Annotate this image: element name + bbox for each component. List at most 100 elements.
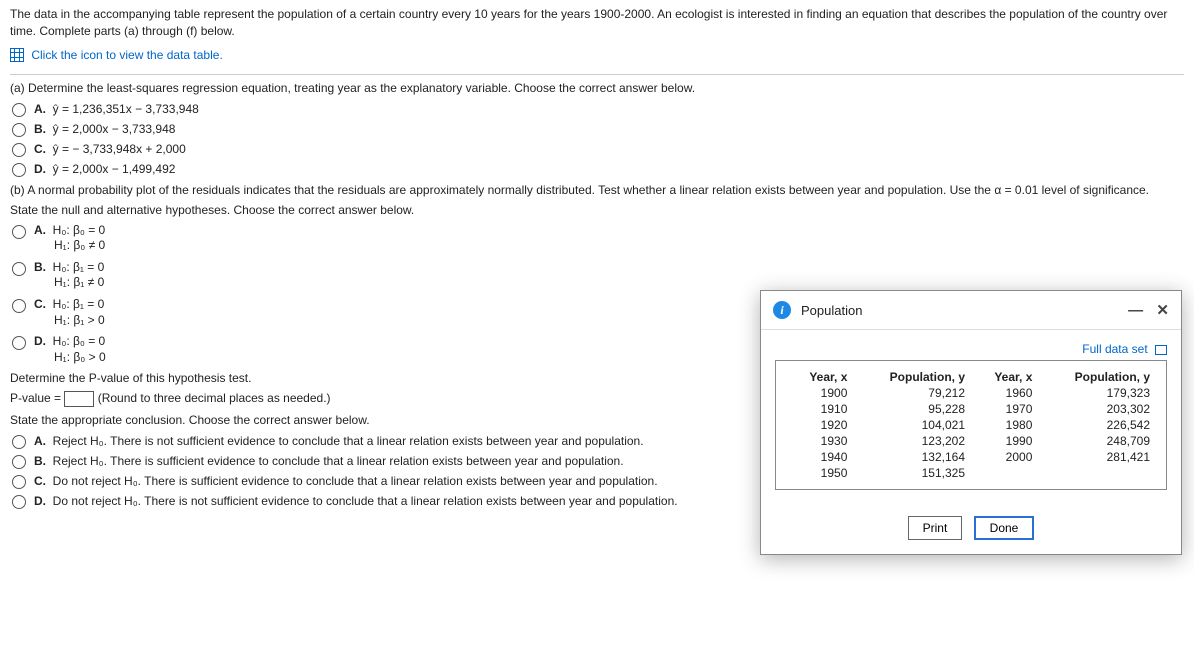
opt-label: B. [34, 260, 46, 274]
info-icon: i [773, 301, 791, 319]
option-b-A[interactable]: A. H₀: β₀ = 0 H₁: β₀ ≠ 0 [12, 223, 1184, 254]
radio-icon[interactable] [12, 143, 26, 157]
opt-label: C. [34, 142, 46, 156]
radio-icon[interactable] [12, 103, 26, 117]
radio-icon[interactable] [12, 455, 26, 469]
cell-pop: 79,212 [853, 385, 971, 401]
cell-pop: 179,323 [1038, 385, 1156, 401]
radio-icon[interactable] [12, 495, 26, 509]
option-a-B[interactable]: B. ŷ = 2,000x − 3,733,948 [12, 121, 1184, 137]
pvalue-label: P-value = [10, 392, 61, 406]
opt-label: C. [34, 297, 46, 311]
radio-icon[interactable] [12, 475, 26, 489]
opt-text: ŷ = 2,000x − 3,733,948 [53, 122, 176, 136]
table-row: 191095,228 [786, 401, 971, 417]
population-modal: i Population — ✕ Full data set Year, x P… [760, 290, 1182, 555]
cell-pop: 151,325 [853, 465, 971, 481]
opt-label: C. [34, 474, 46, 488]
cell-pop: 203,302 [1038, 401, 1156, 417]
part-b-prompt: (b) A normal probability plot of the res… [10, 183, 1184, 197]
cell-pop: 281,421 [1038, 449, 1156, 465]
h1-text: H₁: β₁ > 0 [54, 313, 105, 327]
option-a-A[interactable]: A. ŷ = 1,236,351x − 3,733,948 [12, 101, 1184, 117]
cell-year: 1930 [786, 433, 853, 449]
table-row: 190079,212 [786, 385, 971, 401]
modal-title: Population [801, 303, 1118, 318]
opt-text: Do not reject H₀. There is sufficient ev… [53, 474, 658, 488]
radio-icon[interactable] [12, 435, 26, 449]
done-button[interactable]: Done [974, 516, 1035, 540]
col-pop: Population, y [853, 369, 971, 385]
table-row: 1960179,323 [971, 385, 1156, 401]
view-data-table-link[interactable]: Click the icon to view the data table. [31, 48, 222, 62]
radio-icon[interactable] [12, 299, 26, 313]
table-row: 2000281,421 [971, 449, 1156, 465]
option-a-C[interactable]: C. ŷ = − 3,733,948x + 2,000 [12, 141, 1184, 157]
part-a-options: A. ŷ = 1,236,351x − 3,733,948 B. ŷ = 2,0… [10, 101, 1184, 177]
opt-text: Do not reject H₀. There is not sufficien… [53, 494, 678, 508]
cell-pop: 95,228 [853, 401, 971, 417]
full-data-set-label: Full data set [1082, 342, 1147, 356]
cell-year: 1960 [971, 385, 1038, 401]
h1-text: H₁: β₀ > 0 [54, 350, 106, 364]
part-b-state: State the null and alternative hypothese… [10, 203, 1184, 217]
h0-text: H₀: β₁ = 0 [53, 260, 105, 274]
print-button[interactable]: Print [908, 516, 963, 540]
opt-text: ŷ = 2,000x − 1,499,492 [53, 162, 176, 176]
opt-label: D. [34, 334, 46, 348]
minimize-icon[interactable]: — [1128, 302, 1143, 319]
opt-label: B. [34, 122, 46, 136]
cell-year: 1900 [786, 385, 853, 401]
table-row: 1940132,164 [786, 449, 971, 465]
radio-icon[interactable] [12, 336, 26, 350]
col-year: Year, x [971, 369, 1038, 385]
cell-pop: 104,021 [853, 417, 971, 433]
col-year: Year, x [786, 369, 853, 385]
cell-pop: 123,202 [853, 433, 971, 449]
part-a-prompt: (a) Determine the least-squares regressi… [10, 81, 1184, 95]
cell-pop: 248,709 [1038, 433, 1156, 449]
radio-icon[interactable] [12, 163, 26, 177]
h1-text: H₁: β₀ ≠ 0 [54, 238, 105, 252]
opt-text: Reject H₀. There is not sufficient evide… [53, 434, 644, 448]
radio-icon[interactable] [12, 225, 26, 239]
grid-icon [10, 48, 24, 62]
opt-text: ŷ = − 3,733,948x + 2,000 [53, 142, 186, 156]
h0-text: H₀: β₀ = 0 [53, 223, 106, 237]
cell-year: 2000 [971, 449, 1038, 465]
opt-text: Reject H₀. There is sufficient evidence … [53, 454, 624, 468]
opt-label: A. [34, 102, 46, 116]
table-row: 1920104,021 [786, 417, 971, 433]
full-data-set-link[interactable]: Full data set [775, 342, 1167, 356]
pvalue-input[interactable] [64, 391, 94, 407]
table-row: 1990248,709 [971, 433, 1156, 449]
cell-pop: 132,164 [853, 449, 971, 465]
cell-year: 1970 [971, 401, 1038, 417]
pvalue-hint: (Round to three decimal places as needed… [98, 392, 331, 406]
cell-year: 1910 [786, 401, 853, 417]
cell-year: 1990 [971, 433, 1038, 449]
close-icon[interactable]: ✕ [1156, 302, 1169, 319]
data-table: Year, x Population, y 190079,212191095,2… [775, 360, 1167, 490]
cell-year: 1940 [786, 449, 853, 465]
table-row: 1980226,542 [971, 417, 1156, 433]
radio-icon[interactable] [12, 123, 26, 137]
opt-label: A. [34, 434, 46, 448]
cell-year: 1980 [971, 417, 1038, 433]
table-row: 1950151,325 [786, 465, 971, 481]
option-a-D[interactable]: D. ŷ = 2,000x − 1,499,492 [12, 161, 1184, 177]
cell-year: 1920 [786, 417, 853, 433]
table-row: 1970203,302 [971, 401, 1156, 417]
col-pop: Population, y [1038, 369, 1156, 385]
opt-label: B. [34, 454, 46, 468]
opt-label: A. [34, 223, 46, 237]
cell-pop: 226,542 [1038, 417, 1156, 433]
radio-icon[interactable] [12, 262, 26, 276]
expand-icon [1155, 345, 1167, 355]
table-row: 1930123,202 [786, 433, 971, 449]
opt-label: D. [34, 494, 46, 508]
h0-text: H₀: β₀ = 0 [53, 334, 106, 348]
opt-text: ŷ = 1,236,351x − 3,733,948 [53, 102, 199, 116]
option-b-B[interactable]: B. H₀: β₁ = 0 H₁: β₁ ≠ 0 [12, 260, 1184, 291]
h0-text: H₀: β₁ = 0 [53, 297, 105, 311]
